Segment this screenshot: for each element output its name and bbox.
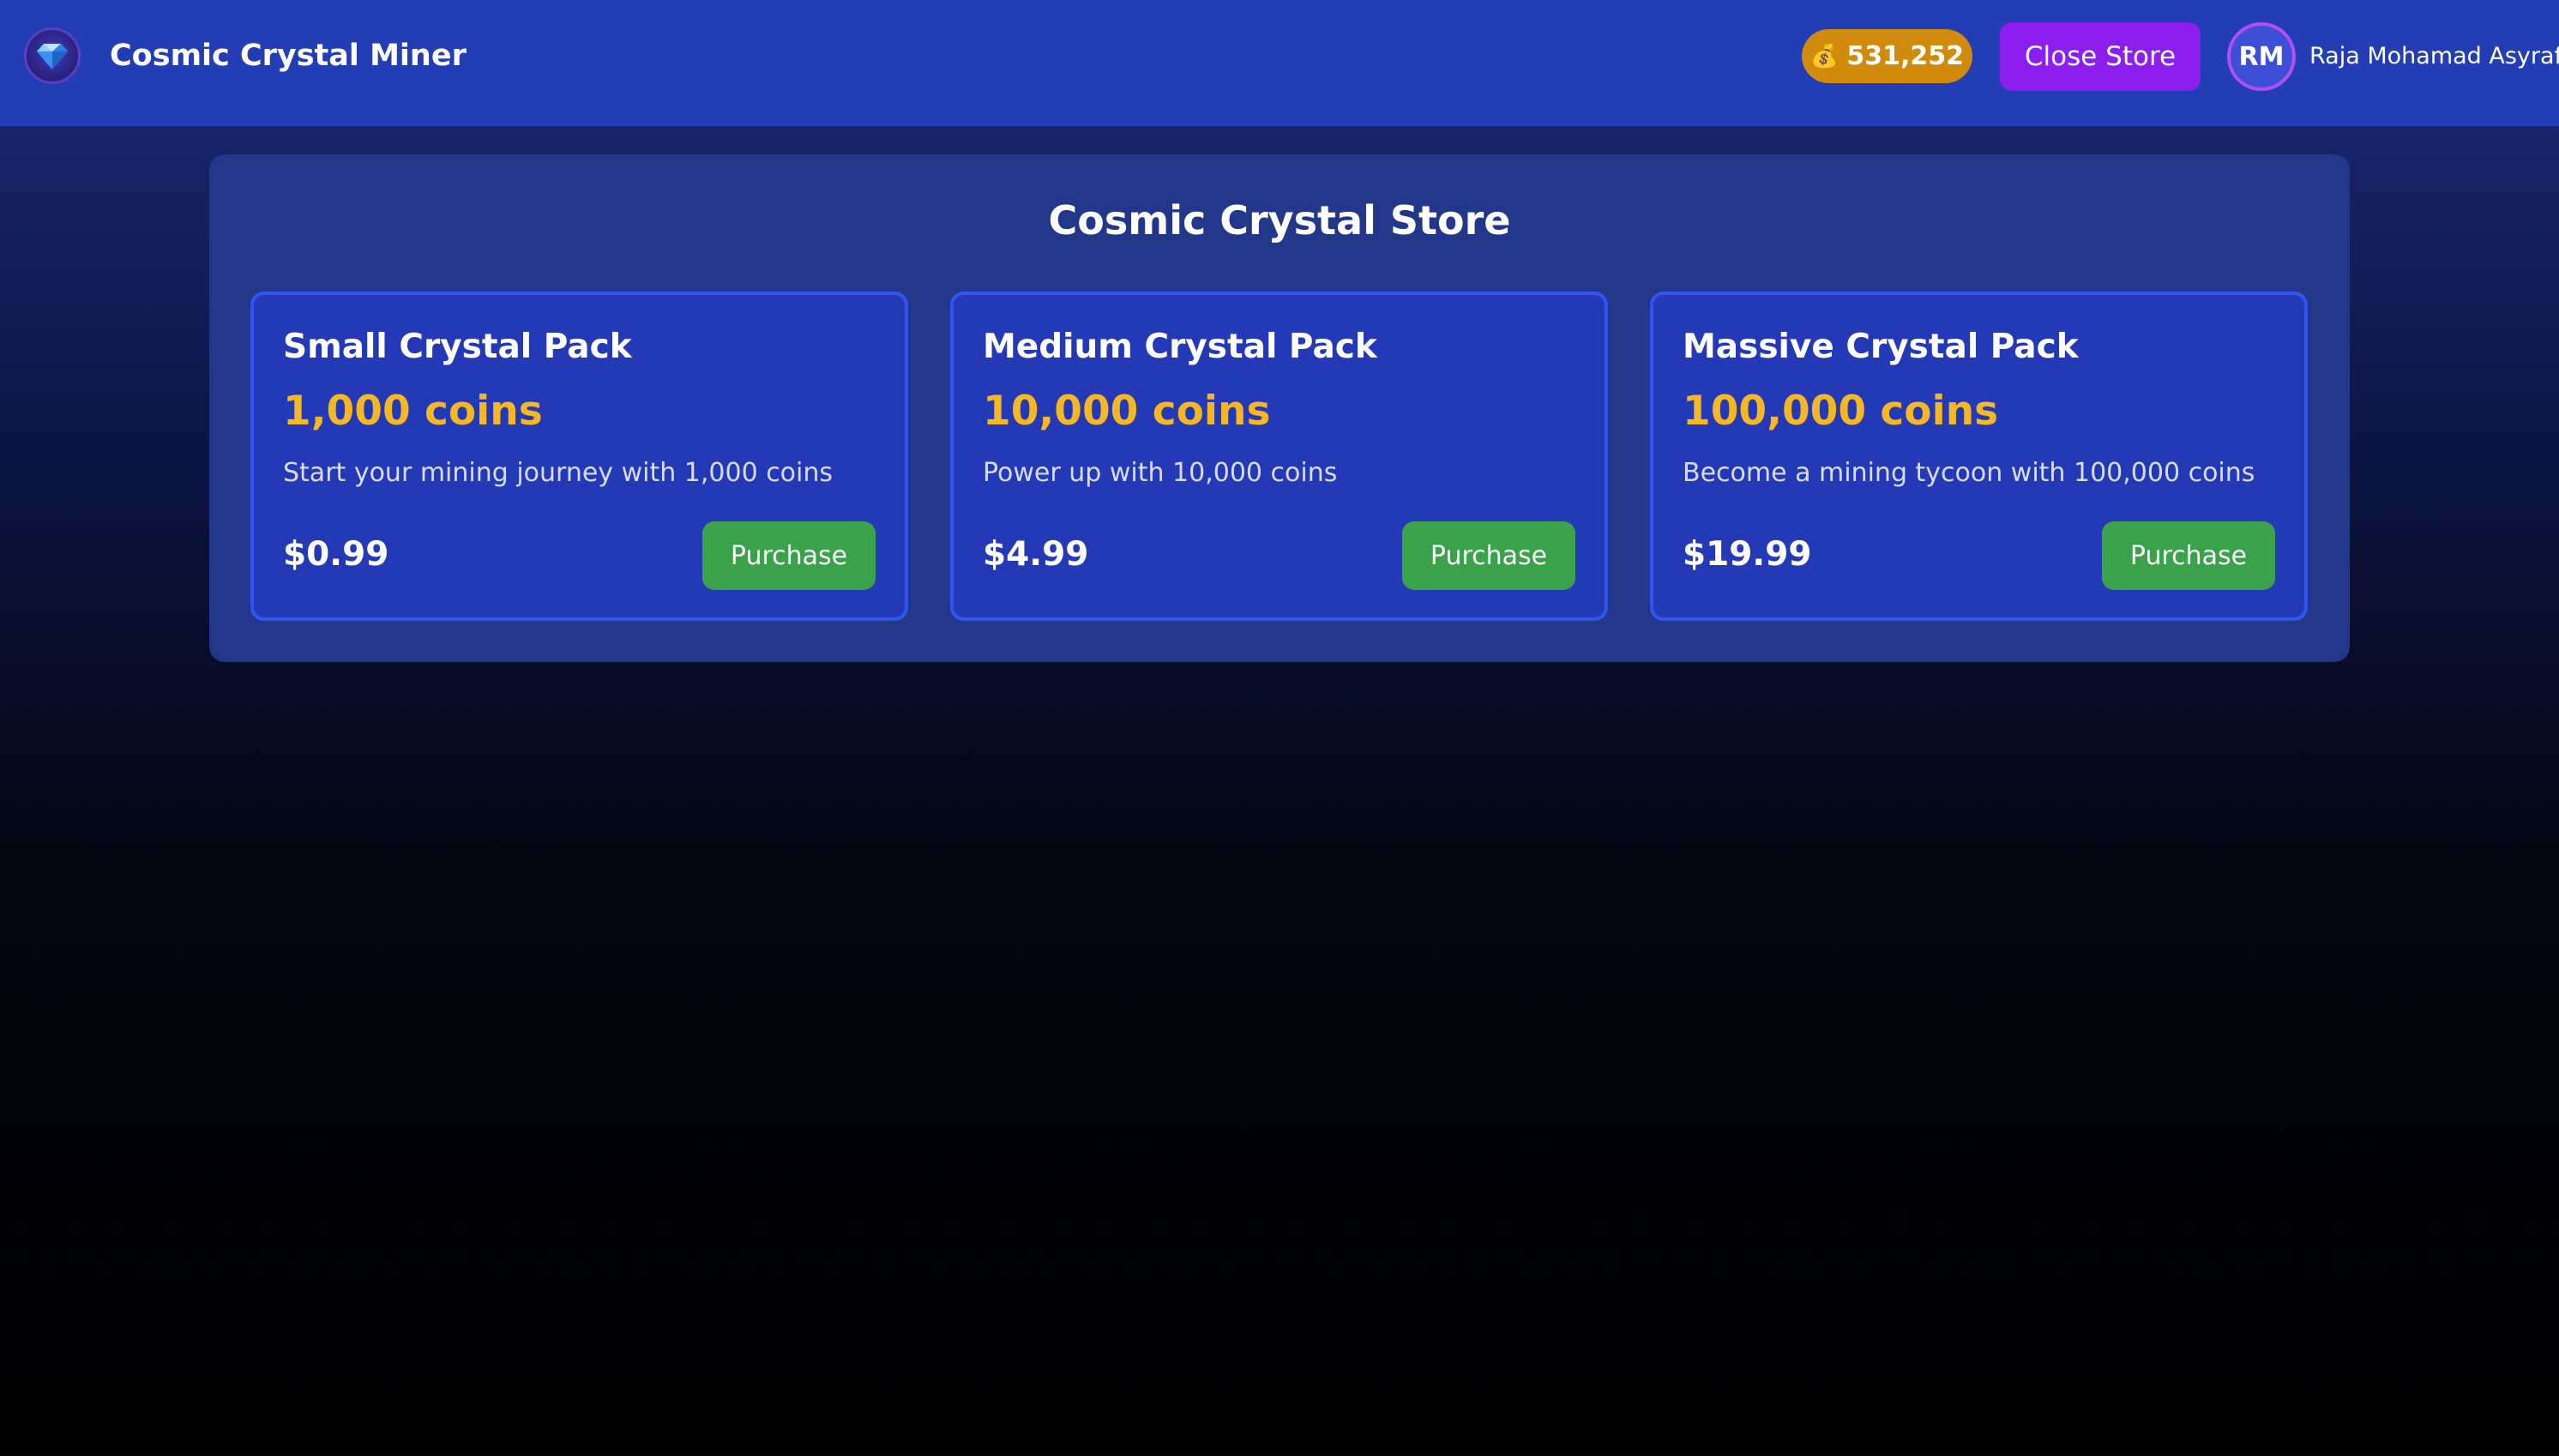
purchase-button-small[interactable]: Purchase [702, 521, 876, 590]
close-store-button[interactable]: Close Store [2000, 22, 2201, 91]
pack-name: Massive Crystal Pack [1683, 328, 2079, 366]
pack-description: Start your mining journey with 1,000 coi… [283, 458, 834, 488]
avatar[interactable]: RM [2227, 22, 2296, 91]
user-name: Raja Mohamad Asyraf [2309, 43, 2559, 69]
pack-description: Power up with 10,000 coins [983, 458, 1338, 488]
app-title: Cosmic Crystal Miner [110, 39, 467, 73]
purchase-button-massive[interactable]: Purchase [2102, 521, 2275, 590]
top-bar: Cosmic Crystal Miner 💰 531,252 Close Sto… [0, 0, 2559, 126]
store-title: Cosmic Crystal Store [1048, 197, 1511, 244]
pack-coins: 100,000 coins [1683, 388, 1999, 435]
pack-coins: 1,000 coins [283, 388, 543, 435]
pack-name: Small Crystal Pack [283, 328, 632, 366]
pack-coins: 10,000 coins [983, 388, 1271, 435]
pack-card-small: Small Crystal Pack 1,000 coins Start you… [250, 292, 908, 621]
store-panel: Cosmic Crystal Store Small Crystal Pack … [209, 154, 2350, 662]
purchase-button-medium[interactable]: Purchase [1402, 521, 1575, 590]
money-bag-icon: 💰 [1809, 43, 1839, 69]
coin-balance-value: 531,252 [1846, 41, 1964, 71]
pack-description: Become a mining tycoon with 100,000 coin… [1683, 458, 2255, 488]
pack-name: Medium Crystal Pack [983, 328, 1377, 366]
pack-card-massive: Massive Crystal Pack 100,000 coins Becom… [1650, 292, 2308, 621]
pack-price: $4.99 [983, 535, 1089, 574]
coin-balance-badge: 💰 531,252 [1802, 29, 1972, 83]
pack-price: $0.99 [283, 535, 389, 574]
avatar-initials: RM [2238, 41, 2285, 72]
crystal-gem-icon [24, 27, 81, 84]
pack-price: $19.99 [1683, 535, 1812, 574]
pack-card-medium: Medium Crystal Pack 10,000 coins Power u… [950, 292, 1608, 621]
